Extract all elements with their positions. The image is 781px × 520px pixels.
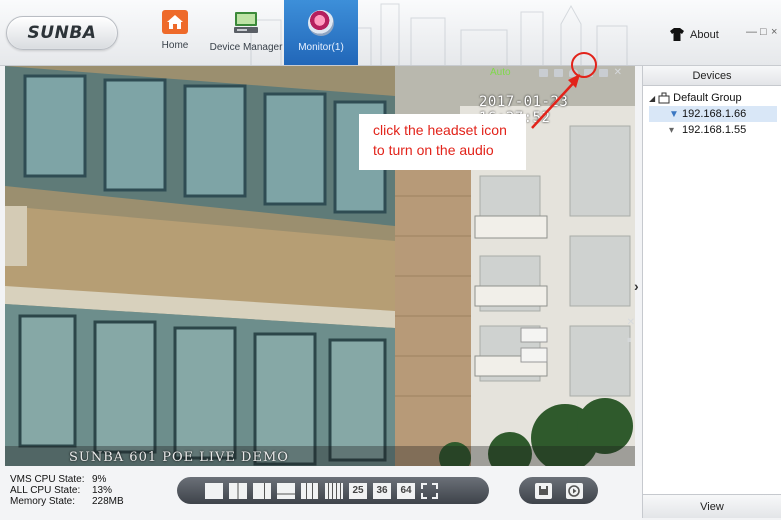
layout-8-icon[interactable] [277, 482, 295, 499]
tree-item-label: 192.168.1.66 [682, 108, 747, 120]
osd-camera-name: SUNBA 601 POE LIVE DEMO [69, 450, 289, 465]
about-label: About [690, 28, 719, 41]
layout-4-icon[interactable] [229, 482, 247, 499]
layout-9-icon[interactable] [301, 482, 319, 499]
arrow-icon [531, 74, 580, 129]
minimize-button[interactable]: — [746, 26, 757, 38]
sunba-logo: SUNBA [6, 16, 118, 50]
video-side-controls: ✕ ⏸ [627, 318, 635, 346]
side-pause-icon[interactable]: ⏸ [627, 336, 635, 346]
layout-6-icon[interactable] [253, 482, 271, 499]
close-video-icon[interactable]: ✕ [614, 67, 622, 78]
layout-selector: 25 36 64 [177, 477, 489, 504]
home-icon [162, 10, 188, 34]
system-stats: VMS CPU State: 9% ALL CPU State: 13% Memor… [10, 474, 124, 507]
devices-header: Devices [643, 66, 781, 86]
nav-monitor-tab[interactable]: Monitor(1) [284, 0, 358, 65]
nav-monitor-label: Monitor(1) [298, 42, 344, 53]
save-icon[interactable] [534, 482, 552, 499]
layout-25-button[interactable]: 25 [349, 482, 367, 499]
playback-icon[interactable] [565, 482, 583, 499]
vms-cpu-label: VMS CPU State: [10, 474, 85, 485]
about-button[interactable]: About [670, 28, 719, 41]
side-close-icon[interactable]: ✕ [627, 318, 635, 328]
group-folder-icon [658, 92, 670, 104]
devices-panel: Devices ◢ Default Group ▼ 192.168.1.66 ▾… [642, 66, 781, 518]
camera-icon: ▼ [669, 108, 679, 120]
monitor-camera-icon [308, 10, 334, 36]
nav-device-manager-button[interactable]: Device Manager [208, 0, 284, 65]
tree-item-device[interactable]: ▾ 192.168.1.55 [649, 122, 781, 138]
vms-cpu-value: 9% [92, 474, 107, 485]
all-cpu-value: 13% [92, 485, 113, 496]
close-button[interactable]: × [771, 26, 777, 38]
fullscreen-icon[interactable] [421, 482, 438, 499]
nav-home-button[interactable]: Home [152, 0, 198, 65]
layout-16-icon[interactable] [325, 482, 343, 499]
bottom-status-bar: VMS CPU State: 9% ALL CPU State: 13% Memor… [0, 466, 642, 520]
nav-device-manager-label: Device Manager [209, 42, 283, 53]
tree-group-label: Default Group [673, 92, 742, 104]
expand-triangle-icon[interactable]: ◢ [649, 94, 655, 103]
layout-64-button[interactable]: 64 [397, 482, 415, 499]
all-cpu-label: ALL CPU State: [10, 485, 81, 496]
tree-group-default[interactable]: ◢ Default Group [649, 90, 781, 106]
tree-item-label: 192.168.1.55 [682, 124, 747, 136]
record-controls [519, 477, 598, 504]
device-tree: ◢ Default Group ▼ 192.168.1.66 ▾ 192.168… [643, 86, 781, 138]
tshirt-icon [670, 28, 684, 41]
maximize-button[interactable]: □ [760, 26, 767, 38]
tree-item-device[interactable]: ▼ 192.168.1.66 [649, 106, 777, 122]
camera-icon: ▾ [669, 124, 675, 136]
memory-label: Memory State: [10, 496, 76, 507]
layout-36-button[interactable]: 36 [373, 482, 391, 499]
view-tab[interactable]: View [643, 494, 781, 518]
device-manager-icon [234, 12, 258, 33]
annotation-line-1: click the headset icon [373, 122, 507, 138]
ptz-icon[interactable] [598, 68, 608, 77]
layout-1-icon[interactable] [205, 482, 223, 499]
memory-value: 228MB [92, 496, 124, 507]
logo-text: SUNBA [27, 23, 97, 43]
stream-mode-label[interactable]: Auto [490, 67, 511, 78]
top-toolbar: SUNBA Home Device Manager Monitor(1) Abo… [0, 0, 781, 66]
annotation-callout: click the headset icon to turn on the au… [359, 114, 526, 170]
annotation-line-2: to turn on the audio [373, 142, 494, 158]
nav-home-label: Home [161, 40, 189, 51]
